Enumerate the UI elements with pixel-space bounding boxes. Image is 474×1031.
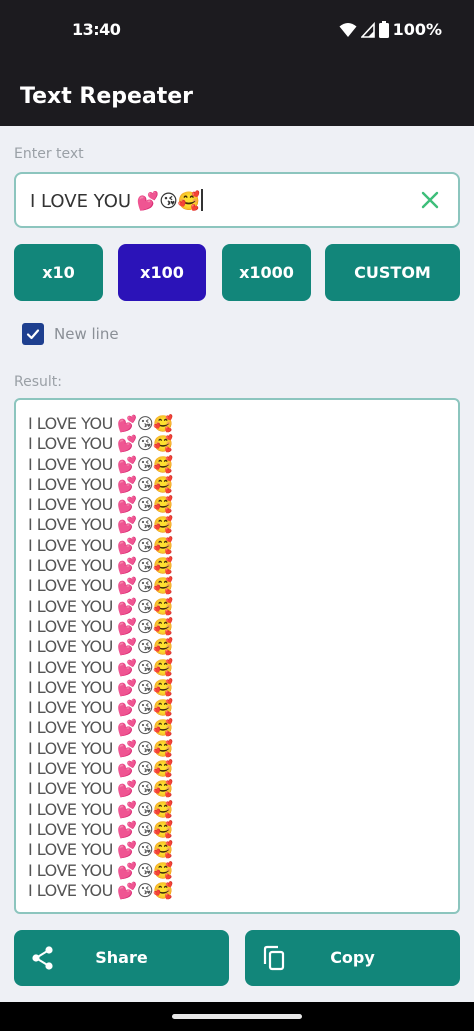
result-line: I LOVE YOU 💕😘🥰 (28, 576, 173, 596)
result-line: I LOVE YOU 💕😘🥰 (28, 535, 173, 555)
result-output[interactable]: I LOVE YOU 💕😘🥰 I LOVE YOU 💕😘🥰 I LOVE YOU 💕… (14, 398, 460, 914)
new-line-label: New line (54, 325, 119, 343)
result-line: I LOVE YOU 💕😘🥰 (28, 799, 173, 819)
new-line-option[interactable]: New line (22, 322, 119, 346)
input-value-wrap: I LOVE YOU 💕😘🥰 (30, 189, 204, 212)
input-value: I LOVE YOU 💕😘🥰 (30, 191, 201, 212)
new-line-checkbox[interactable] (22, 323, 44, 345)
wifi-icon (339, 22, 357, 37)
status-bar: 13:40 100% (0, 0, 474, 64)
result-line: I LOVE YOU 💕😘🥰 (28, 515, 173, 535)
result-line: I LOVE YOU 💕😘🥰 (28, 860, 173, 880)
result-line: I LOVE YOU 💕😘🥰 (28, 779, 173, 799)
result-line: I LOVE YOU 💕😘🥰 (28, 880, 173, 900)
text-caret (201, 189, 204, 211)
result-line: I LOVE YOU 💕😘🥰 (28, 556, 173, 576)
battery-icon (378, 21, 389, 38)
app-title: Text Repeater (20, 84, 194, 109)
result-lines: I LOVE YOU 💕😘🥰 I LOVE YOU 💕😘🥰 I LOVE YOU 💕… (28, 414, 173, 901)
x1000-button[interactable]: x1000 (222, 244, 311, 301)
result-line: I LOVE YOU 💕😘🥰 (28, 759, 173, 779)
result-line: I LOVE YOU 💕😘🥰 (28, 637, 173, 657)
signal-icon (360, 21, 375, 38)
status-icons: 100% (339, 20, 442, 39)
home-gesture-handle[interactable] (172, 1014, 302, 1019)
result-line: I LOVE YOU 💕😘🥰 (28, 677, 173, 697)
result-line: I LOVE YOU 💕😘🥰 (28, 495, 173, 515)
close-icon[interactable] (418, 188, 442, 212)
copy-label: Copy (330, 948, 375, 967)
result-line: I LOVE YOU 💕😘🥰 (28, 657, 173, 677)
result-line: I LOVE YOU 💕😘🥰 (28, 434, 173, 454)
result-line: I LOVE YOU 💕😘🥰 (28, 596, 173, 616)
result-label: Result: (14, 374, 62, 390)
result-line: I LOVE YOU 💕😘🥰 (28, 474, 173, 494)
input-label: Enter text (14, 146, 84, 162)
repeat-button-row: x10 x100 x1000 CUSTOM (14, 244, 460, 301)
custom-button[interactable]: CUSTOM (325, 244, 460, 301)
text-input[interactable]: I LOVE YOU 💕😘🥰 (14, 172, 460, 228)
result-line: I LOVE YOU 💕😘🥰 (28, 454, 173, 474)
result-line: I LOVE YOU 💕😘🥰 (28, 738, 173, 758)
status-time: 13:40 (72, 20, 121, 39)
share-button[interactable]: Share (14, 930, 229, 986)
x100-button[interactable]: x100 (118, 244, 206, 301)
copy-button[interactable]: Copy (245, 930, 460, 986)
result-line: I LOVE YOU 💕😘🥰 (28, 718, 173, 738)
result-line: I LOVE YOU 💕😘🥰 (28, 616, 173, 636)
result-line: I LOVE YOU 💕😘🥰 (28, 840, 173, 860)
result-line: I LOVE YOU 💕😘🥰 (28, 414, 173, 433)
share-label: Share (95, 948, 148, 967)
result-line: I LOVE YOU 💕😘🥰 (28, 819, 173, 839)
check-icon (26, 329, 40, 340)
navigation-bar (0, 1002, 474, 1031)
result-line: I LOVE YOU 💕😘🥰 (28, 698, 173, 718)
battery-percent: 100% (392, 20, 442, 39)
x10-button[interactable]: x10 (14, 244, 103, 301)
app-bar: Text Repeater (0, 64, 474, 126)
